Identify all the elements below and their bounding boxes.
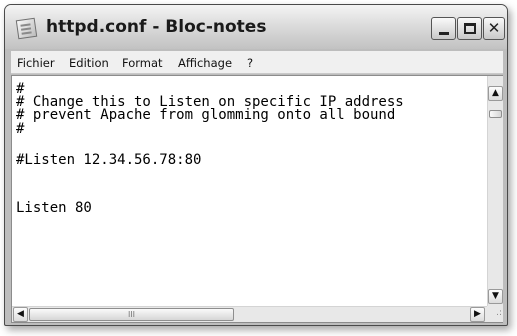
window-title: httpd.conf - Bloc-notes — [46, 17, 267, 37]
resize-grip[interactable]: .: — [487, 306, 503, 322]
horizontal-scroll-thumb[interactable]: III — [29, 308, 234, 321]
horizontal-scrollbar[interactable]: ◀ III ▶ — [12, 306, 487, 322]
text-editor[interactable]: # # Change this to Listen on specific IP… — [11, 75, 503, 323]
scroll-right-button[interactable]: ▶ — [470, 307, 485, 322]
minimize-button[interactable] — [431, 17, 456, 40]
text-line: # — [16, 121, 25, 137]
menu-affichage[interactable]: Affichage — [178, 56, 232, 70]
scroll-up-button[interactable]: ▲ — [488, 86, 503, 101]
close-icon: ✕ — [487, 19, 501, 37]
menu-edition[interactable]: Edition — [69, 56, 109, 70]
chevron-up-icon: ▲ — [492, 88, 499, 98]
scroll-down-button[interactable]: ▼ — [488, 289, 503, 304]
minimize-icon — [439, 32, 449, 35]
chevron-right-icon: ▶ — [474, 309, 481, 319]
menu-help[interactable]: ? — [247, 56, 253, 70]
scroll-left-button[interactable]: ◀ — [13, 307, 28, 322]
vertical-scroll-thumb[interactable] — [489, 110, 502, 118]
chevron-down-icon: ▼ — [492, 291, 499, 301]
text-line: #Listen 12.34.56.78:80 — [16, 152, 202, 168]
chevron-left-icon: ◀ — [17, 309, 24, 319]
notepad-window: httpd.conf - Bloc-notes ✕ Fichier Editio… — [4, 4, 508, 326]
maximize-button[interactable] — [457, 17, 482, 40]
text-content[interactable]: # # Change this to Listen on specific IP… — [12, 76, 487, 306]
menu-format[interactable]: Format — [122, 56, 163, 70]
vertical-scrollbar[interactable]: ▲ ▼ — [487, 76, 503, 306]
notepad-icon — [15, 17, 38, 40]
grip-icon: III — [127, 310, 136, 319]
maximize-icon — [464, 23, 476, 34]
menu-bar: Fichier Edition Format Affichage ? — [11, 51, 503, 74]
text-line: # prevent Apache from glomming onto all … — [16, 107, 396, 123]
resize-grip-icon: .: — [496, 308, 502, 318]
title-bar[interactable]: httpd.conf - Bloc-notes ✕ — [5, 5, 507, 49]
menu-fichier[interactable]: Fichier — [17, 56, 55, 70]
text-line: Listen 80 — [16, 200, 92, 216]
close-button[interactable]: ✕ — [483, 17, 505, 40]
